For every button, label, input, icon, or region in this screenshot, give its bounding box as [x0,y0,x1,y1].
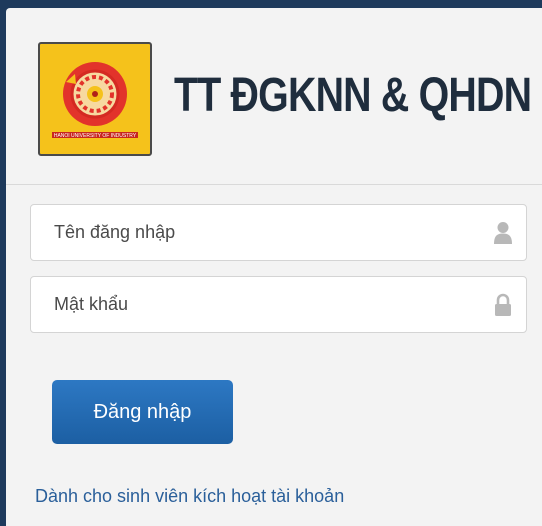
university-logo-icon: HANOI UNIVERSITY OF INDUSTRY [38,42,152,156]
username-field[interactable] [30,204,527,261]
password-field[interactable] [30,276,527,333]
activate-account-link[interactable]: Dành cho sinh viên kích hoạt tài khoản [35,486,344,507]
brand-title: TT ĐGKNN & QHDN [174,69,532,122]
header: HANOI UNIVERSITY OF INDUSTRY TT ĐGKNN & … [6,8,542,185]
lock-icon [495,293,511,316]
login-panel: HANOI UNIVERSITY OF INDUSTRY TT ĐGKNN & … [6,8,542,526]
password-input[interactable] [31,277,481,332]
logo-text: HANOI UNIVERSITY OF INDUSTRY [54,133,137,139]
login-button[interactable]: Đăng nhập [52,380,233,444]
username-input[interactable] [31,205,481,260]
user-icon [494,222,512,244]
